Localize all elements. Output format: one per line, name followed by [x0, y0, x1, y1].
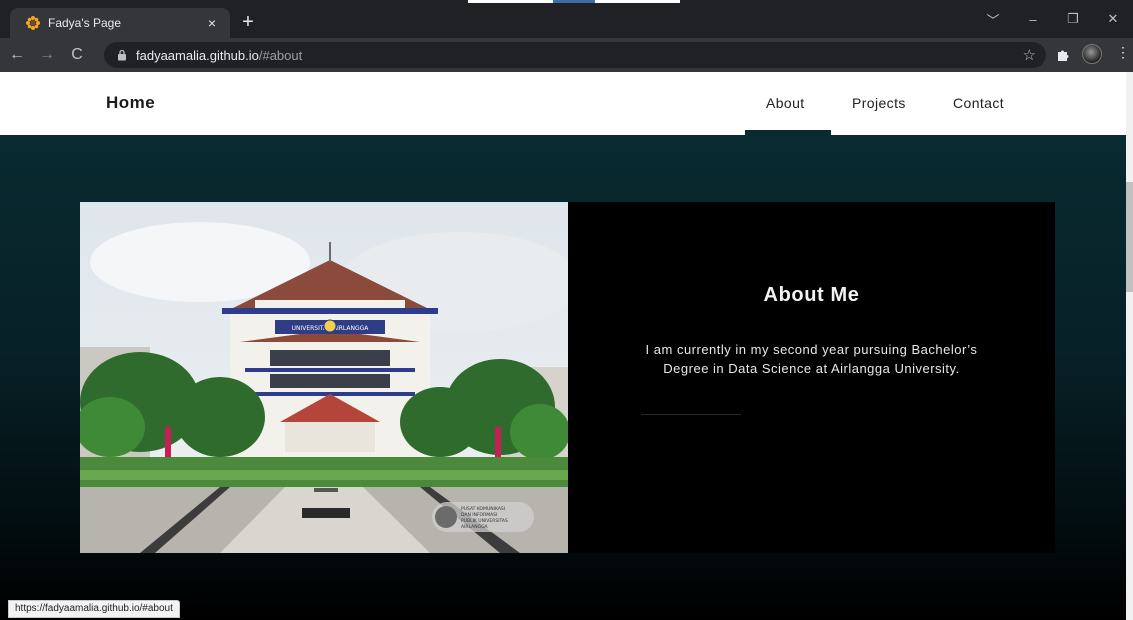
avatar[interactable]: [1082, 44, 1102, 64]
browser-tab[interactable]: Fadya's Page ×: [10, 8, 230, 38]
puzzle-icon[interactable]: [1056, 48, 1070, 62]
nav-about-link[interactable]: About: [766, 95, 805, 111]
back-arrow-icon[interactable]: ←: [4, 42, 30, 68]
minimize-icon[interactable]: –: [1013, 0, 1053, 38]
url-host: fadyaamalia.github.io: [136, 47, 259, 63]
watermark-line: AIRLANGGA: [461, 524, 489, 530]
site-navbar: Home About Projects Contact: [0, 72, 1126, 135]
watermark-line: PUSAT KOMUNIKASI: [461, 506, 505, 512]
window-controls: ﹀ – ❐ ✕: [973, 0, 1133, 38]
lock-icon[interactable]: [116, 49, 128, 61]
nav-projects-link[interactable]: Projects: [852, 95, 906, 111]
status-bar-url: https://fadyaamalia.github.io/#about: [8, 600, 180, 618]
forward-arrow-icon[interactable]: →: [34, 42, 60, 68]
divider: [641, 414, 741, 415]
reload-icon[interactable]: C: [64, 42, 90, 68]
about-section: UNIVERSITAS AIRLANGGA PUSAT KOMUNIKASI D…: [0, 135, 1126, 620]
nav-home-link[interactable]: Home: [106, 93, 155, 113]
about-title: About Me: [763, 284, 860, 306]
restore-icon[interactable]: ❐: [1053, 0, 1093, 38]
watermark-line: PUBLIK UNIVERSITAS: [461, 518, 508, 524]
campus-photo: UNIVERSITAS AIRLANGGA PUSAT KOMUNIKASI D…: [80, 202, 568, 553]
campus-building-image: UNIVERSITAS AIRLANGGA PUSAT KOMUNIKASI D…: [80, 202, 568, 553]
about-card: About Me I am currently in my second yea…: [568, 202, 1055, 553]
tab-search-icon[interactable]: ﹀: [973, 0, 1013, 38]
sunflower-icon: [26, 16, 40, 30]
tab-close-icon[interactable]: ×: [204, 15, 220, 31]
close-window-icon[interactable]: ✕: [1093, 0, 1133, 38]
browser-tab-strip: Fadya's Page × + ﹀ – ❐ ✕: [0, 0, 1133, 38]
kebab-menu-icon[interactable]: ⋮: [1116, 44, 1130, 61]
url-path: /#about: [258, 47, 303, 63]
tab-strip-accent: [553, 0, 595, 3]
browser-toolbar: ← → C fadyaamalia.github.io/#about ☆: [0, 38, 1133, 72]
page-scrollbar[interactable]: [1126, 72, 1133, 620]
new-tab-button[interactable]: +: [238, 12, 258, 32]
nav-contact-link[interactable]: Contact: [953, 95, 1004, 111]
scrollbar-thumb[interactable]: [1126, 182, 1133, 292]
star-icon[interactable]: ☆: [1023, 46, 1036, 64]
tab-title: Fadya's Page: [48, 16, 122, 30]
page-viewport: Home About Projects Contact UNIVERSITAS …: [0, 72, 1126, 620]
address-bar[interactable]: fadyaamalia.github.io/#about ☆: [104, 42, 1046, 68]
watermark-line: DAN INFORMASI: [461, 512, 497, 518]
about-description: I am currently in my second year pursuin…: [645, 342, 978, 376]
